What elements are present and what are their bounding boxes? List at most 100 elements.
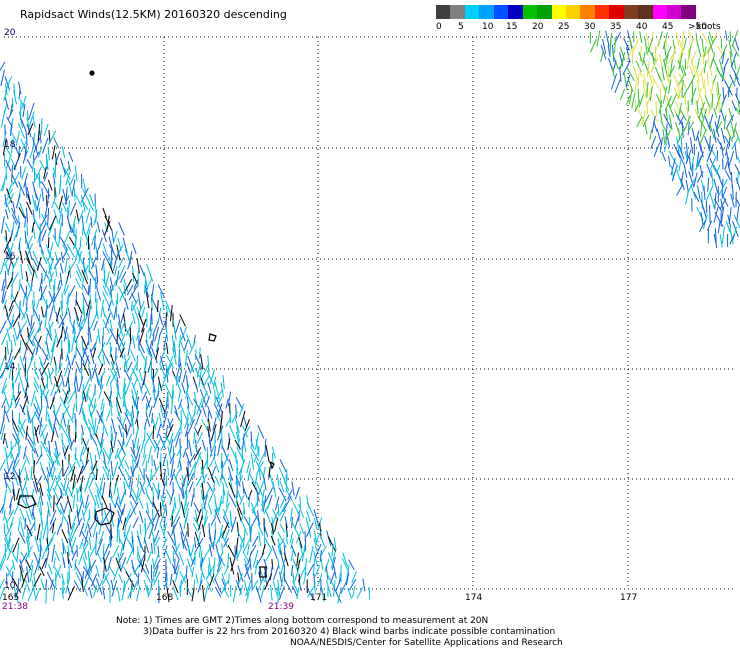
wind-barb	[623, 72, 628, 91]
wind-barb	[165, 342, 169, 355]
wind-barb	[90, 312, 98, 330]
wind-barb	[95, 538, 97, 555]
wind-barb	[136, 258, 140, 274]
wind-barb	[164, 433, 171, 444]
wind-barb	[116, 487, 121, 504]
wind-barb	[11, 97, 14, 109]
wind-barb	[279, 523, 286, 533]
wind-barb	[111, 229, 115, 243]
wind-barb	[153, 465, 160, 477]
wind-barb	[81, 510, 86, 522]
wind-barb	[589, 38, 598, 53]
wind-barb	[64, 362, 70, 377]
wind-barb	[93, 320, 98, 331]
wind-barb	[32, 250, 40, 266]
wind-barb	[697, 44, 702, 58]
wind-barb	[325, 565, 329, 581]
wind-barb	[312, 559, 316, 576]
wind-barb	[0, 320, 7, 335]
wind-barb	[26, 566, 30, 583]
wind-barb	[53, 587, 56, 602]
wind-barb	[109, 328, 118, 343]
wind-barb	[734, 37, 740, 51]
wind-barb	[147, 445, 153, 463]
wind-barb	[646, 46, 657, 62]
islands	[17, 70, 275, 578]
wind-barb	[42, 522, 48, 540]
wind-barb	[314, 565, 321, 577]
wind-barb	[685, 193, 689, 205]
wind-barb	[188, 439, 192, 457]
wind-barb	[210, 466, 217, 479]
wind-barb	[240, 509, 245, 523]
wind-barb	[277, 531, 287, 548]
wind-barb	[6, 340, 9, 355]
wind-barb	[112, 461, 119, 479]
wind-barb	[256, 494, 259, 507]
wind-barb	[734, 128, 740, 144]
wind-barb	[95, 243, 98, 255]
wind-barb	[138, 481, 146, 497]
wind-barb	[250, 431, 253, 447]
wind-barb	[82, 417, 92, 433]
wind-barb	[74, 563, 83, 579]
wind-barb	[182, 447, 187, 458]
wind-barb	[647, 67, 653, 84]
wind-barb	[47, 207, 50, 226]
wind-barb	[179, 314, 186, 327]
wind-barb	[707, 52, 710, 65]
wind-barb	[649, 129, 653, 140]
wind-barb	[696, 185, 701, 200]
wind-barb	[193, 466, 196, 479]
wind-barb	[190, 494, 194, 507]
wind-barb	[172, 586, 179, 601]
wind-barb	[252, 535, 259, 547]
wind-barb	[67, 332, 70, 351]
wind-barb	[180, 340, 186, 354]
wind-barb	[681, 121, 684, 139]
wind-barb	[663, 44, 667, 56]
wind-barb	[713, 128, 717, 143]
wind-barb	[98, 363, 104, 376]
wind-barb	[48, 215, 57, 231]
wind-barb	[18, 412, 21, 425]
wind-barb	[633, 66, 639, 82]
wind-barb	[95, 565, 100, 578]
wind-barb	[13, 291, 19, 302]
wind-barb	[207, 382, 212, 394]
wind-barb	[679, 108, 687, 122]
wind-barb	[88, 256, 91, 273]
wind-barb	[11, 410, 14, 426]
wind-barb	[194, 382, 199, 393]
wind-barb	[158, 313, 163, 326]
wind-barb	[61, 374, 65, 388]
wind-barb	[715, 67, 723, 78]
wind-barb	[108, 565, 116, 577]
wind-barb	[676, 184, 684, 196]
wind-barb	[619, 88, 626, 101]
wind-barb	[14, 370, 20, 384]
wind-barb	[64, 257, 68, 273]
wind-barb	[264, 438, 267, 457]
wind-barb	[691, 94, 694, 106]
wind-barb	[131, 368, 140, 383]
wind-barb	[74, 431, 77, 443]
wind-barb	[229, 425, 236, 439]
wind-barb	[644, 122, 648, 135]
wind-barb	[91, 573, 98, 587]
wind-barb	[47, 419, 55, 435]
wind-barb	[681, 30, 685, 48]
wind-barb	[102, 586, 106, 600]
wind-barb	[18, 363, 20, 376]
wind-barb	[75, 375, 79, 392]
wind-barb	[83, 586, 88, 597]
wind-barb	[144, 426, 146, 441]
wind-barb	[41, 187, 44, 202]
wind-barb	[309, 545, 314, 564]
wind-barb	[12, 559, 16, 571]
wind-barb	[40, 306, 44, 318]
wind-barb	[101, 278, 110, 292]
wind-barb	[733, 58, 737, 70]
wind-barb	[18, 531, 26, 544]
wind-barb	[138, 340, 145, 354]
